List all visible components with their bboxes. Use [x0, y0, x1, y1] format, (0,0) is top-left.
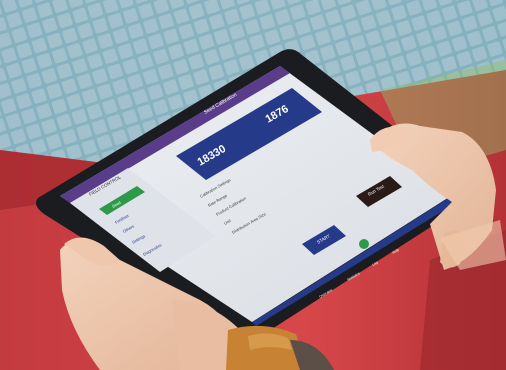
photo-illustration: Seed Calibration FIELD CONTROL Seed Fert…: [0, 0, 506, 370]
photo-scene: Seed Calibration FIELD CONTROL Seed Fert…: [0, 0, 506, 370]
status-indicator-icon: [359, 239, 369, 249]
